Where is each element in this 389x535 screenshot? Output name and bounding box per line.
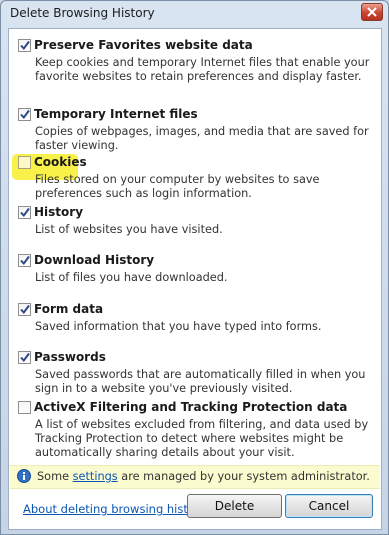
close-button[interactable] bbox=[361, 3, 383, 21]
option-download-history: Download History List of files you have … bbox=[17, 253, 375, 285]
option-form-data: Form data Saved information that you hav… bbox=[17, 302, 375, 334]
preserve-favorites-checkbox[interactable] bbox=[18, 39, 31, 52]
option-temporary-files: Temporary Internet files Copies of webpa… bbox=[17, 107, 375, 153]
option-preserve-favorites: Preserve Favorites website data Keep coo… bbox=[17, 38, 375, 84]
preserve-favorites-label[interactable]: Preserve Favorites website data bbox=[34, 38, 253, 52]
checkmark-icon bbox=[20, 40, 30, 51]
option-passwords: Passwords Saved passwords that are autom… bbox=[17, 350, 375, 396]
temporary-files-label[interactable]: Temporary Internet files bbox=[34, 107, 198, 121]
activex-tracking-checkbox[interactable] bbox=[18, 401, 31, 414]
history-label[interactable]: History bbox=[34, 205, 83, 219]
option-history: History List of websites you have visite… bbox=[17, 205, 375, 237]
option-cookies: Cookies Files stored on your computer by… bbox=[17, 155, 375, 201]
dialog-content: Preserve Favorites website data Keep coo… bbox=[8, 28, 382, 530]
activex-tracking-description: A list of websites excluded from filteri… bbox=[35, 418, 369, 459]
admin-info-bar: Some settings are managed by your system… bbox=[10, 465, 380, 489]
admin-info-text: Some settings are managed by your system… bbox=[37, 470, 370, 483]
form-data-label[interactable]: Form data bbox=[34, 302, 103, 316]
checkmark-icon bbox=[20, 304, 30, 315]
delete-button[interactable]: Delete bbox=[187, 494, 282, 518]
dialog-window: Delete Browsing History Preserve Favorit… bbox=[0, 0, 389, 535]
cancel-button[interactable]: Cancel bbox=[285, 494, 373, 518]
option-activex-tracking: ActiveX Filtering and Tracking Protectio… bbox=[17, 400, 375, 460]
cookies-label[interactable]: Cookies bbox=[34, 155, 87, 169]
form-data-description: Saved information that you have typed in… bbox=[35, 320, 322, 333]
cookies-checkbox[interactable] bbox=[18, 156, 31, 169]
download-history-checkbox[interactable] bbox=[18, 254, 31, 267]
preserve-favorites-description: Keep cookies and temporary Internet file… bbox=[35, 56, 370, 83]
activex-tracking-label[interactable]: ActiveX Filtering and Tracking Protectio… bbox=[34, 400, 347, 414]
temporary-files-description: Copies of webpages, images, and media th… bbox=[35, 125, 369, 152]
close-icon bbox=[367, 7, 377, 17]
info-icon bbox=[17, 469, 31, 483]
settings-link[interactable]: settings bbox=[73, 470, 118, 483]
temporary-files-checkbox[interactable] bbox=[18, 108, 31, 121]
checkmark-icon bbox=[20, 109, 30, 120]
info-text-after: are managed by your system administrator… bbox=[117, 470, 370, 483]
form-data-checkbox[interactable] bbox=[18, 303, 31, 316]
info-text-before: Some bbox=[37, 470, 73, 483]
passwords-description: Saved passwords that are automatically f… bbox=[35, 368, 366, 395]
history-description: List of websites you have visited. bbox=[35, 223, 223, 236]
checkmark-icon bbox=[20, 207, 30, 218]
download-history-label[interactable]: Download History bbox=[34, 253, 154, 267]
checkmark-icon bbox=[20, 255, 30, 266]
checkmark-icon bbox=[20, 352, 30, 363]
passwords-checkbox[interactable] bbox=[18, 351, 31, 364]
download-history-description: List of files you have downloaded. bbox=[35, 271, 228, 284]
window-title: Delete Browsing History bbox=[10, 6, 155, 20]
cookies-description: Files stored on your computer by website… bbox=[35, 173, 320, 200]
passwords-label[interactable]: Passwords bbox=[34, 350, 106, 364]
title-bar: Delete Browsing History bbox=[1, 1, 388, 25]
history-checkbox[interactable] bbox=[18, 206, 31, 219]
about-deleting-history-link[interactable]: About deleting browsing history bbox=[23, 502, 206, 516]
